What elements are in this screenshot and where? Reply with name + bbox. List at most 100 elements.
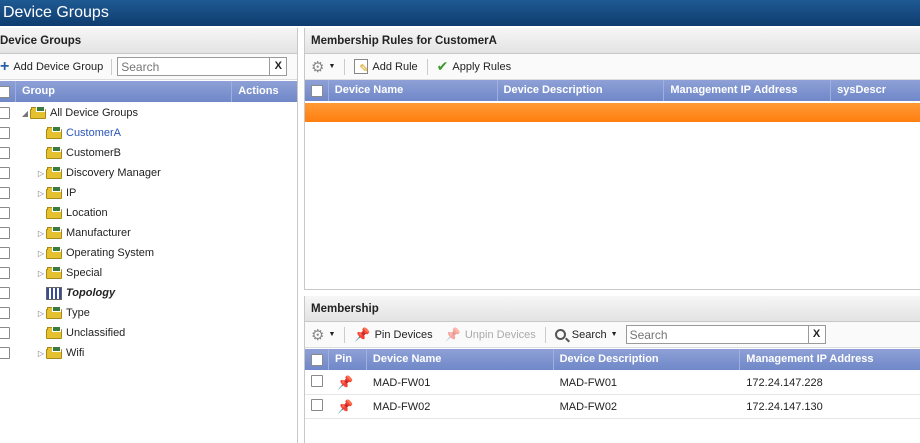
tree-row-checkbox[interactable]: [0, 347, 10, 359]
add-rule-icon: ✎: [354, 59, 369, 75]
tree-row-checkbox[interactable]: [0, 307, 10, 319]
column-header-actions[interactable]: Actions: [232, 81, 297, 102]
pin-devices-button[interactable]: 📌 Pin Devices: [348, 325, 438, 345]
group-grid-header: Group Actions: [0, 81, 297, 102]
tree-item[interactable]: ▷ IP: [36, 183, 76, 203]
toolbar-divider: [111, 58, 113, 75]
toolbar-divider: [544, 326, 546, 343]
membership-row[interactable]: 📌 MAD-FW01 MAD-FW01 172.24.147.228: [305, 371, 920, 395]
apply-rules-button[interactable]: ✔ Apply Rules: [431, 57, 517, 77]
dropdown-arrow-icon: ▼: [328, 63, 336, 70]
rules-select-all-cell: [305, 80, 329, 101]
column-header-pin[interactable]: Pin: [329, 349, 367, 370]
tree-item[interactable]: Unclassified: [36, 323, 125, 343]
tree-item[interactable]: ▷ Type: [36, 303, 90, 323]
add-rule-button[interactable]: ✎ Add Rule: [348, 57, 423, 77]
toolbar-divider: [344, 326, 346, 343]
tree-item-label: All Device Groups: [50, 107, 139, 119]
collapsed-arrow-icon[interactable]: ▷: [36, 169, 46, 178]
tree-item[interactable]: ▷ Operating System: [36, 243, 154, 263]
tree-item[interactable]: CustomerA: [36, 123, 121, 143]
add-rule-label: Add Rule: [372, 60, 418, 73]
device-groups-panel-header: Device Groups: [0, 28, 297, 54]
rules-grid-header: Device Name Device Description Managemen…: [305, 80, 920, 101]
tree-row-checkbox[interactable]: [0, 247, 10, 259]
tree-row-checkbox[interactable]: [0, 127, 10, 139]
membership-title: Membership: [311, 303, 379, 315]
tree-row-checkbox[interactable]: [0, 267, 10, 279]
tree-row-checkbox[interactable]: [0, 327, 10, 339]
folder-icon: [46, 126, 62, 139]
group-search-input[interactable]: [118, 58, 270, 75]
tree-row-checkbox[interactable]: [0, 187, 10, 199]
membership-select-all-checkbox[interactable]: [311, 353, 323, 366]
search-label: Search: [571, 328, 607, 341]
app-title: Device Groups: [3, 4, 109, 21]
row-pin-cell: 📌: [329, 375, 367, 391]
collapsed-arrow-icon[interactable]: ▷: [36, 269, 46, 278]
unpin-devices-button[interactable]: 📌 Unpin Devices: [439, 325, 542, 345]
tree-row-checkbox[interactable]: [0, 287, 10, 299]
add-device-group-button[interactable]: + Add Device Group: [0, 57, 109, 77]
row-checkbox[interactable]: [311, 399, 323, 411]
membership-settings-menu[interactable]: ⚙ ▼: [305, 325, 341, 345]
tree-item[interactable]: Topology: [36, 283, 115, 303]
tree-row-checkbox[interactable]: [0, 227, 10, 239]
clear-search-icon[interactable]: X: [807, 326, 825, 343]
folder-icon: [46, 346, 62, 359]
rules-settings-menu[interactable]: ⚙ ▼: [305, 57, 341, 77]
pinned-icon[interactable]: 📌: [337, 399, 353, 414]
membership-toolbar: ⚙ ▼ 📌 Pin Devices 📌 Unpin Devices Search…: [305, 322, 920, 348]
row-device-description: MAD-FW02: [559, 400, 618, 413]
new-rule-row-highlight[interactable]: [305, 103, 920, 122]
membership-row[interactable]: 📌 MAD-FW02 MAD-FW02 172.24.147.130: [305, 395, 920, 419]
topology-icon: [46, 286, 62, 300]
column-header-management-ip[interactable]: Management IP Address: [664, 80, 832, 101]
folder-icon: [46, 306, 62, 319]
tree-row-checkbox[interactable]: [0, 107, 10, 119]
device-groups-panel-title: Device Groups: [0, 35, 82, 47]
collapsed-arrow-icon[interactable]: ▷: [36, 189, 46, 198]
column-header-sysdescr[interactable]: sysDescr: [831, 80, 920, 101]
tree-item[interactable]: ▷ Discovery Manager: [36, 163, 161, 183]
column-header-device-name[interactable]: Device Name: [329, 80, 498, 101]
expanded-arrow-icon[interactable]: ◢: [20, 109, 30, 118]
row-device-name: MAD-FW02: [372, 400, 431, 413]
tree-item-label: CustomerA: [66, 127, 122, 139]
tree-item[interactable]: ▷ Wifi: [36, 343, 84, 363]
column-header-device-name[interactable]: Device Name: [367, 349, 554, 370]
collapsed-arrow-icon[interactable]: ▷: [36, 249, 46, 258]
collapsed-arrow-icon[interactable]: ▷: [36, 349, 46, 358]
gear-icon: ⚙: [311, 326, 325, 344]
pin-devices-label: Pin Devices: [374, 328, 433, 341]
column-header-device-description[interactable]: Device Description: [498, 80, 665, 101]
column-header-group[interactable]: Group: [16, 81, 233, 102]
rules-select-all-checkbox[interactable]: [311, 84, 323, 97]
tree-item[interactable]: ◢ All Device Groups: [20, 103, 138, 123]
pinned-icon[interactable]: 📌: [337, 375, 353, 390]
collapsed-arrow-icon[interactable]: ▷: [36, 309, 46, 318]
membership-header: Membership: [305, 296, 920, 322]
tree-item[interactable]: ▷ Special: [36, 263, 102, 283]
collapsed-arrow-icon[interactable]: ▷: [36, 229, 46, 238]
toolbar-divider: [344, 58, 346, 75]
device-groups-toolbar: + Add Device Group X: [0, 54, 297, 80]
tree-row-checkbox[interactable]: [0, 207, 10, 219]
folder-icon: [46, 186, 62, 199]
tree-item[interactable]: Location: [36, 203, 108, 223]
column-header-management-ip[interactable]: Management IP Address: [740, 349, 920, 370]
dropdown-arrow-icon: ▼: [610, 331, 618, 338]
select-all-checkbox[interactable]: [0, 85, 10, 98]
column-header-device-description[interactable]: Device Description: [554, 349, 741, 370]
row-checkbox-cell: [305, 399, 329, 414]
membership-search-box: X: [625, 325, 826, 344]
tree-item[interactable]: ▷ Manufacturer: [36, 223, 131, 243]
folder-icon: [46, 246, 62, 259]
tree-item[interactable]: CustomerB: [36, 143, 121, 163]
tree-row-checkbox[interactable]: [0, 167, 10, 179]
clear-search-icon[interactable]: X: [269, 58, 286, 75]
row-checkbox[interactable]: [311, 375, 323, 387]
search-dropdown-button[interactable]: Search ▼: [549, 325, 624, 345]
membership-search-input[interactable]: [626, 326, 808, 343]
tree-row-checkbox[interactable]: [0, 147, 10, 159]
